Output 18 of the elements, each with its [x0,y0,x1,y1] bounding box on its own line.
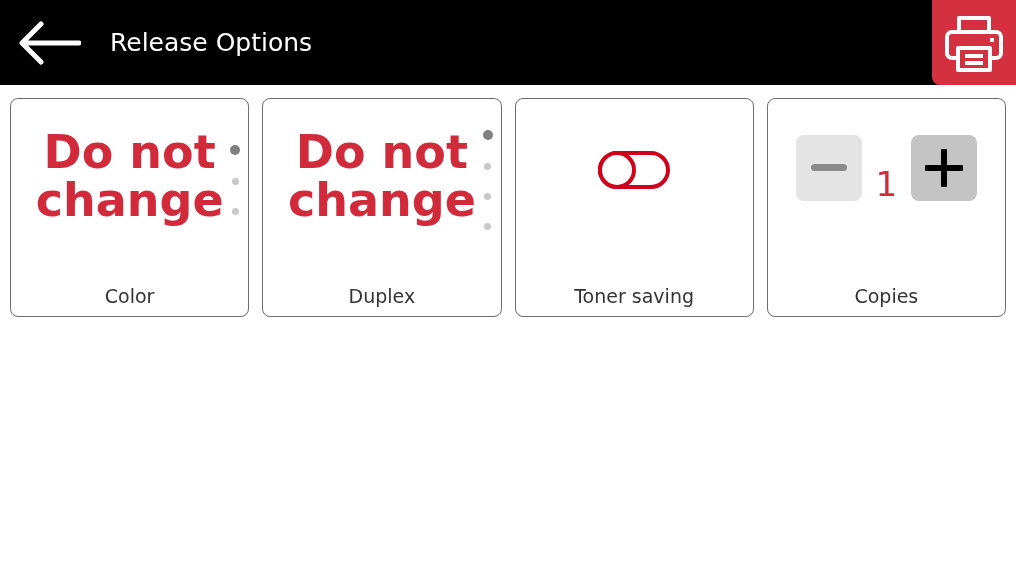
toggle-switch[interactable] [598,151,671,189]
minus-icon [810,164,847,172]
copies-count: 1 [875,163,898,206]
print-button[interactable] [932,0,1016,85]
option-tile[interactable]: Toner saving [514,98,754,317]
tile-label: Toner saving [573,283,695,309]
plus-icon [925,149,964,187]
option-tile[interactable]: Do not change Duplex [262,98,502,317]
option-value: Do not change [34,128,225,225]
tile-label: Color [103,283,156,309]
increment-button[interactable] [911,135,978,201]
tile-label: Duplex [347,283,417,309]
option-tile[interactable]: 1 Copies [766,98,1006,317]
back-arrow-icon [19,20,81,65]
page-title: Release Options [110,26,313,59]
option-value: Do not change [286,128,477,225]
tile-label: Copies [853,283,920,309]
option-tile[interactable]: Do not change Color [10,98,250,317]
